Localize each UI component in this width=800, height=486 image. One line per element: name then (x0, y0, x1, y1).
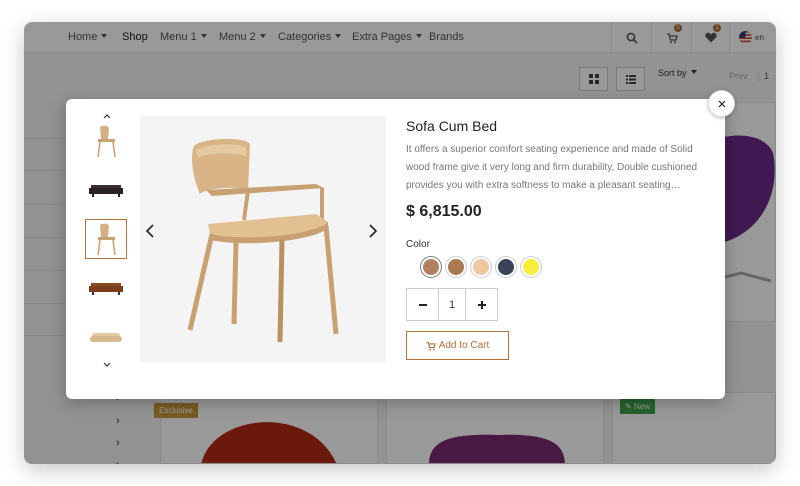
product-main-image (140, 116, 386, 362)
thumbnail-5[interactable] (85, 318, 127, 358)
quantity-input[interactable]: 1 (438, 289, 466, 320)
add-to-cart-label: Add to Cart (438, 340, 490, 351)
decrease-quantity-button[interactable] (407, 289, 438, 320)
product-price: $ 6,815.00 (406, 203, 482, 220)
color-swatch-4[interactable] (496, 257, 516, 277)
product-description: It offers a superior comfort seating exp… (406, 144, 698, 191)
thumbnail-3[interactable] (85, 219, 127, 259)
thumbnail-4[interactable] (85, 268, 127, 308)
sofa-thumbnail-image (89, 185, 123, 197)
chevron-left-icon (145, 224, 154, 238)
cart-icon (426, 341, 436, 350)
plus-icon (477, 300, 486, 309)
chevron-right-icon (369, 224, 378, 238)
sofa-thumbnail-image (89, 283, 123, 295)
chevron-down-icon[interactable] (102, 360, 112, 370)
chevron-up-icon[interactable] (102, 111, 112, 121)
sofa-thumbnail-image (90, 333, 122, 342)
minus-icon (418, 303, 427, 306)
browser-window: Home Shop Menu 1 Menu 2 Categories Extra… (24, 22, 776, 464)
thumbnail-2[interactable] (85, 170, 127, 210)
next-image-button[interactable] (366, 221, 380, 241)
color-swatch-2[interactable] (446, 257, 466, 277)
quantity-stepper: 1 (406, 288, 498, 321)
wooden-armchair-image (187, 138, 339, 343)
increase-quantity-button[interactable] (466, 289, 497, 320)
chair-thumbnail-image (97, 125, 116, 158)
add-to-cart-button[interactable]: Add to Cart (406, 331, 509, 360)
product-title: Sofa Cum Bed (406, 118, 498, 134)
color-swatch-5[interactable] (521, 257, 541, 277)
color-swatch-1[interactable] (421, 257, 441, 277)
quick-view-modal: Sofa Cum Bed It offers a superior comfor… (66, 99, 725, 399)
previous-image-button[interactable] (143, 221, 157, 241)
color-label: Color (406, 239, 430, 250)
thumbnail-1[interactable] (85, 121, 127, 161)
close-modal-button[interactable] (708, 90, 735, 117)
close-icon (718, 100, 725, 107)
color-swatch-3[interactable] (471, 257, 491, 277)
chair-thumbnail-image (97, 223, 116, 256)
